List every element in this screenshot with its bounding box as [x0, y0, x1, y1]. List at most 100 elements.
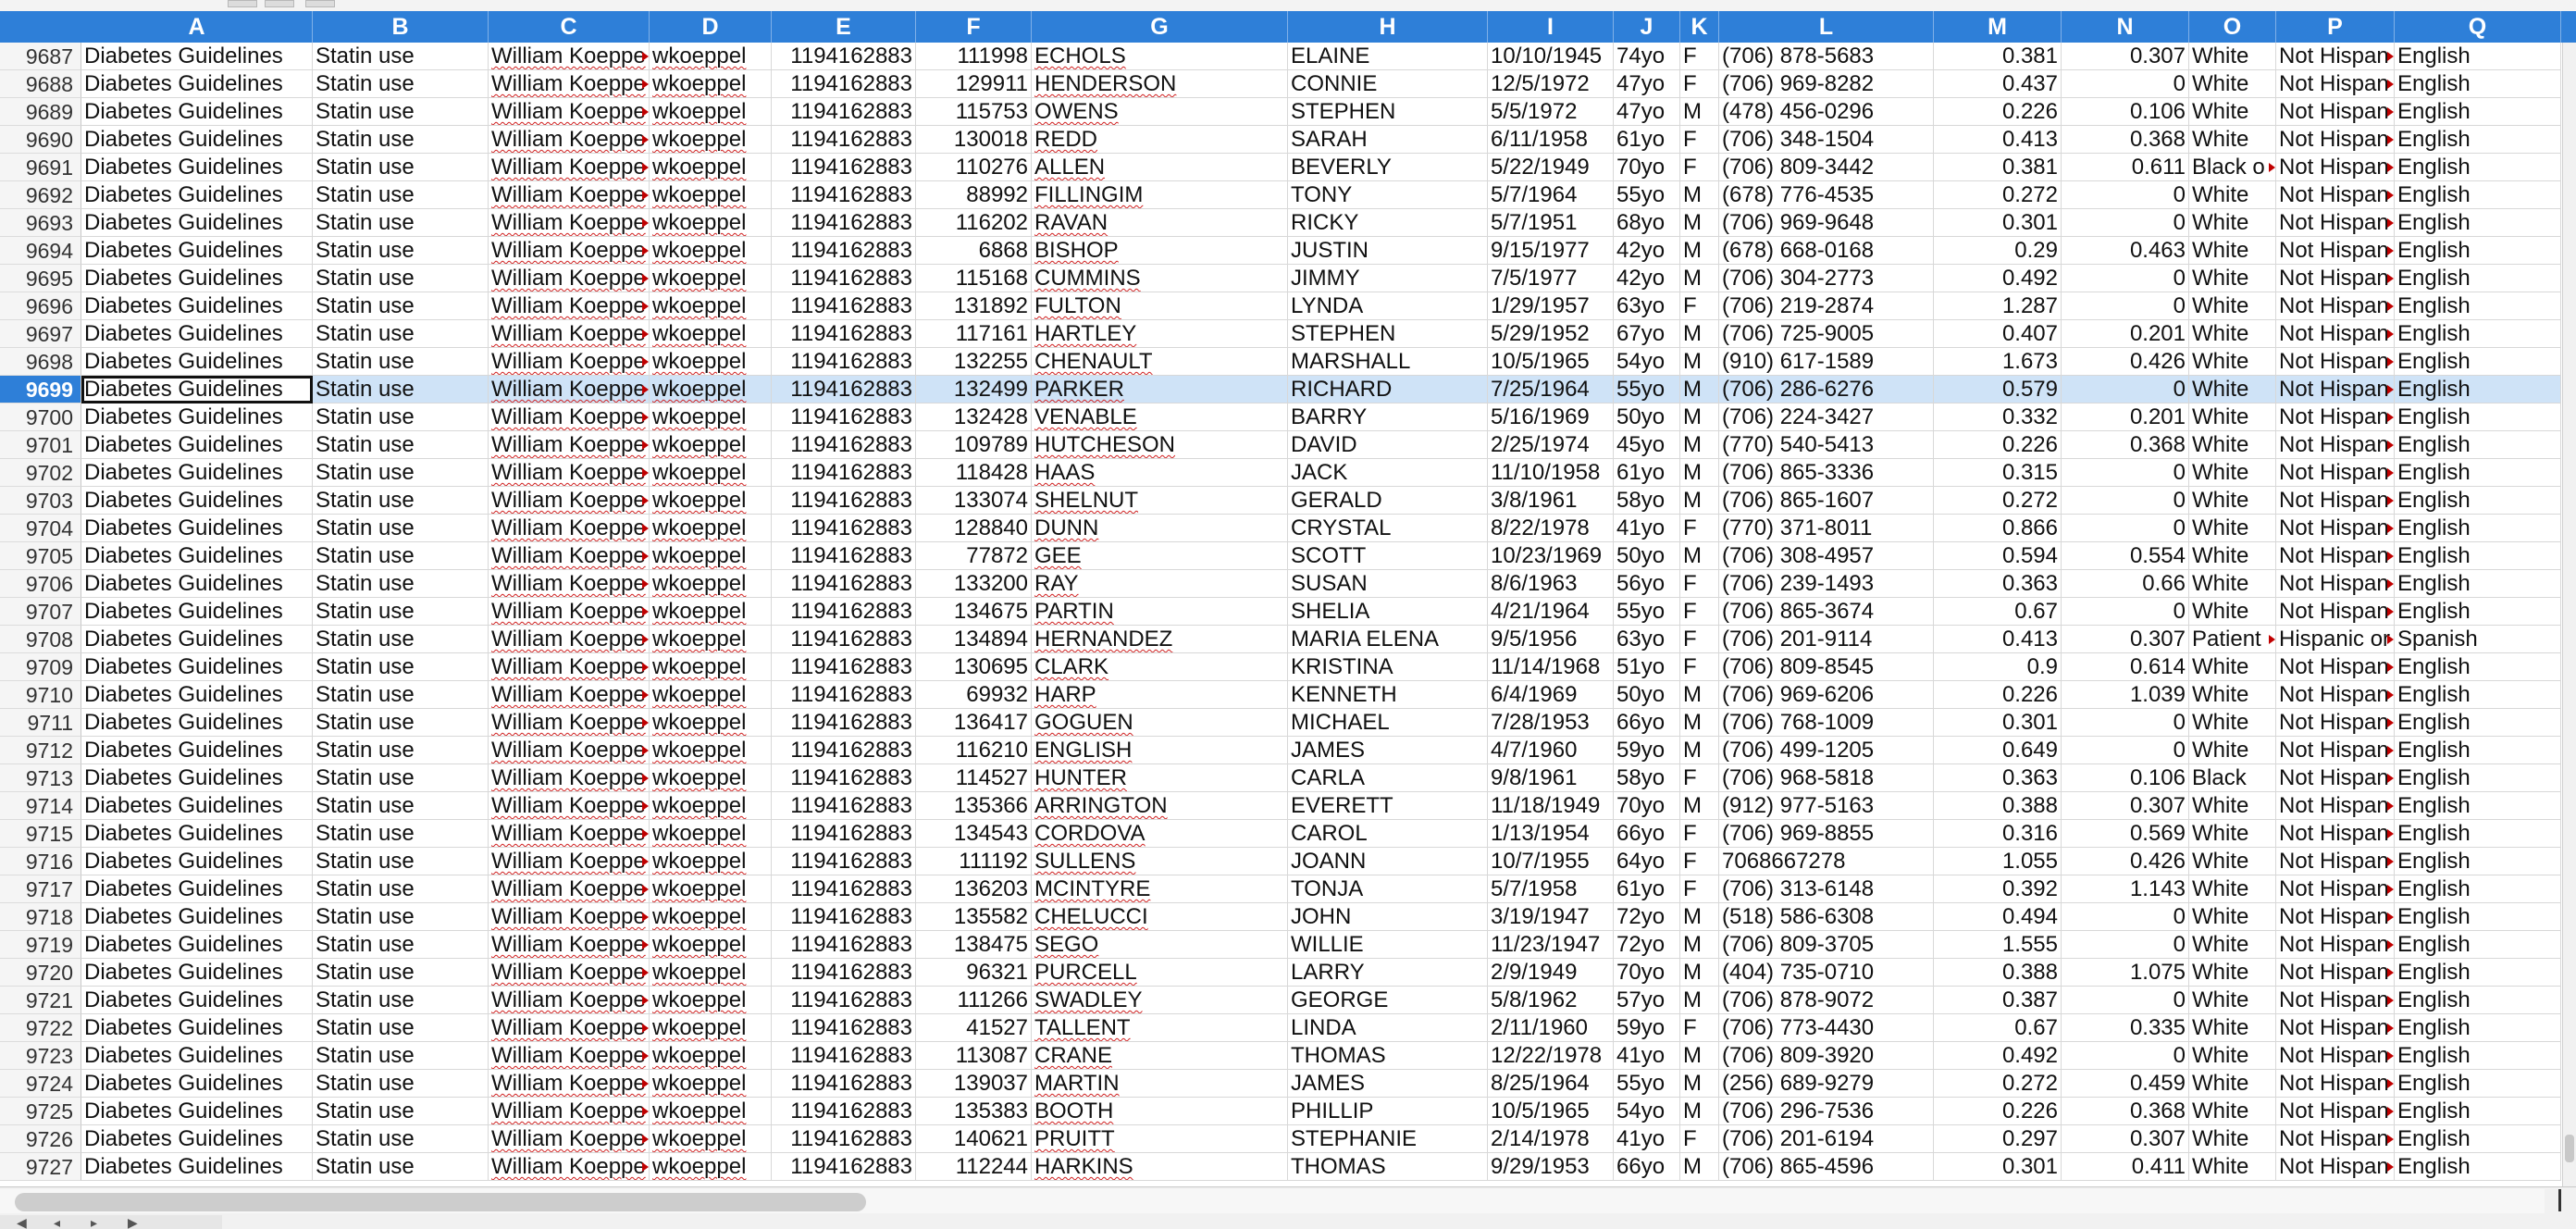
cell-c[interactable]: William Koeppe [489, 959, 650, 987]
cell-n[interactable]: 0.569 [2062, 820, 2189, 848]
cell-q[interactable]: English [2395, 431, 2561, 459]
cell-h[interactable]: JACK [1288, 459, 1488, 487]
cell-e[interactable]: 1194162883 [772, 292, 916, 320]
cell-d[interactable]: wkoeppel [650, 515, 772, 542]
cell-l[interactable]: (770) 540-5413 [1719, 431, 1934, 459]
cell-g[interactable]: PRUITT [1032, 1125, 1288, 1153]
cell-i[interactable]: 7/25/1964 [1488, 376, 1614, 403]
cell-q[interactable]: English [2395, 681, 2561, 709]
column-header-j[interactable]: J [1614, 11, 1680, 43]
cell-k[interactable]: F [1680, 764, 1719, 792]
cell-c[interactable]: William Koeppe [489, 237, 650, 265]
cell-p[interactable]: Not Hispan [2276, 764, 2395, 792]
cell-n[interactable]: 0.201 [2062, 403, 2189, 431]
cell-o[interactable]: Black [2189, 764, 2276, 792]
cell-k[interactable]: M [1680, 237, 1719, 265]
cell-a[interactable]: Diabetes Guidelines [81, 959, 313, 987]
cell-b[interactable]: Statin use [313, 959, 489, 987]
column-header-a[interactable]: A [81, 11, 313, 43]
cell-n[interactable]: 0 [2062, 265, 2189, 292]
column-header-c[interactable]: C [489, 11, 650, 43]
cell-l[interactable]: (706) 969-9648 [1719, 209, 1934, 237]
cell-a[interactable]: Diabetes Guidelines [81, 764, 313, 792]
cell-g[interactable]: SHELNUT [1032, 487, 1288, 515]
cell-d[interactable]: wkoeppel [650, 126, 772, 154]
row-number[interactable]: 9713 [0, 764, 81, 792]
cell-m[interactable]: 0.315 [1934, 459, 2062, 487]
cell-l[interactable]: (706) 768-1009 [1719, 709, 1934, 737]
cell-k[interactable]: F [1680, 43, 1719, 70]
row-number[interactable]: 9723 [0, 1042, 81, 1070]
cell-q[interactable]: English [2395, 487, 2561, 515]
cell-p[interactable]: Not Hispan [2276, 959, 2395, 987]
cell-o[interactable]: White [2189, 265, 2276, 292]
row-number[interactable]: 9717 [0, 875, 81, 903]
cell-o[interactable]: White [2189, 1014, 2276, 1042]
cell-b[interactable]: Statin use [313, 265, 489, 292]
cell-c[interactable]: William Koeppe [489, 292, 650, 320]
row-number[interactable]: 9698 [0, 348, 81, 376]
cell-p[interactable]: Not Hispan [2276, 70, 2395, 98]
cell-q[interactable]: English [2395, 931, 2561, 959]
cell-d[interactable]: wkoeppel [650, 1153, 772, 1181]
cell-q[interactable]: English [2395, 764, 2561, 792]
cell-o[interactable]: White [2189, 542, 2276, 570]
cell-g[interactable]: BOOTH [1032, 1098, 1288, 1125]
cell-d[interactable]: wkoeppel [650, 987, 772, 1014]
cell-g[interactable]: HARP [1032, 681, 1288, 709]
cell-g[interactable]: ALLEN [1032, 154, 1288, 181]
cell-g[interactable]: ARRINGTON [1032, 792, 1288, 820]
cell-c[interactable]: William Koeppe [489, 542, 650, 570]
cell-h[interactable]: BARRY [1288, 403, 1488, 431]
cell-i[interactable]: 11/14/1968 [1488, 653, 1614, 681]
row-number[interactable]: 9726 [0, 1125, 81, 1153]
cell-q[interactable]: English [2395, 959, 2561, 987]
cell-b[interactable]: Statin use [313, 431, 489, 459]
vertical-scrollbar[interactable] [2562, 43, 2576, 1186]
cell-a[interactable]: Diabetes Guidelines [81, 1098, 313, 1125]
cell-e[interactable]: 1194162883 [772, 265, 916, 292]
cell-h[interactable]: KRISTINA [1288, 653, 1488, 681]
cell-m[interactable]: 1.055 [1934, 848, 2062, 875]
cell-a[interactable]: Diabetes Guidelines [81, 681, 313, 709]
row-number[interactable]: 9720 [0, 959, 81, 987]
cell-k[interactable]: M [1680, 431, 1719, 459]
row-number[interactable]: 9727 [0, 1153, 81, 1181]
cell-b[interactable]: Statin use [313, 848, 489, 875]
cell-e[interactable]: 1194162883 [772, 515, 916, 542]
cell-f[interactable]: 109789 [916, 431, 1032, 459]
cell-h[interactable]: SHELIA [1288, 598, 1488, 626]
cell-e[interactable]: 1194162883 [772, 209, 916, 237]
cell-q[interactable]: English [2395, 320, 2561, 348]
cell-k[interactable]: M [1680, 737, 1719, 764]
cell-h[interactable]: CONNIE [1288, 70, 1488, 98]
cell-d[interactable]: wkoeppel [650, 43, 772, 70]
cell-j[interactable]: 55yo [1614, 181, 1680, 209]
row-number[interactable]: 9716 [0, 848, 81, 875]
cell-e[interactable]: 1194162883 [772, 709, 916, 737]
cell-c[interactable]: William Koeppe [489, 820, 650, 848]
cell-q[interactable]: English [2395, 376, 2561, 403]
row-number[interactable]: 9702 [0, 459, 81, 487]
cell-k[interactable]: M [1680, 1153, 1719, 1181]
cell-q[interactable]: English [2395, 181, 2561, 209]
cell-o[interactable]: White [2189, 987, 2276, 1014]
cell-h[interactable]: JAMES [1288, 737, 1488, 764]
cell-e[interactable]: 1194162883 [772, 875, 916, 903]
cell-n[interactable]: 0.611 [2062, 154, 2189, 181]
row-number[interactable]: 9700 [0, 403, 81, 431]
cell-a[interactable]: Diabetes Guidelines [81, 181, 313, 209]
cell-e[interactable]: 1194162883 [772, 237, 916, 265]
cell-m[interactable]: 0.363 [1934, 570, 2062, 598]
cell-i[interactable]: 8/6/1963 [1488, 570, 1614, 598]
cell-q[interactable]: English [2395, 1014, 2561, 1042]
cell-a[interactable]: Diabetes Guidelines [81, 709, 313, 737]
cell-g[interactable]: RAVAN [1032, 209, 1288, 237]
cell-h[interactable]: CAROL [1288, 820, 1488, 848]
row-number[interactable]: 9711 [0, 709, 81, 737]
row-number[interactable]: 9709 [0, 653, 81, 681]
cell-m[interactable]: 0.272 [1934, 487, 2062, 515]
cell-c[interactable]: William Koeppe [489, 403, 650, 431]
cell-i[interactable]: 7/5/1977 [1488, 265, 1614, 292]
cell-i[interactable]: 11/18/1949 [1488, 792, 1614, 820]
